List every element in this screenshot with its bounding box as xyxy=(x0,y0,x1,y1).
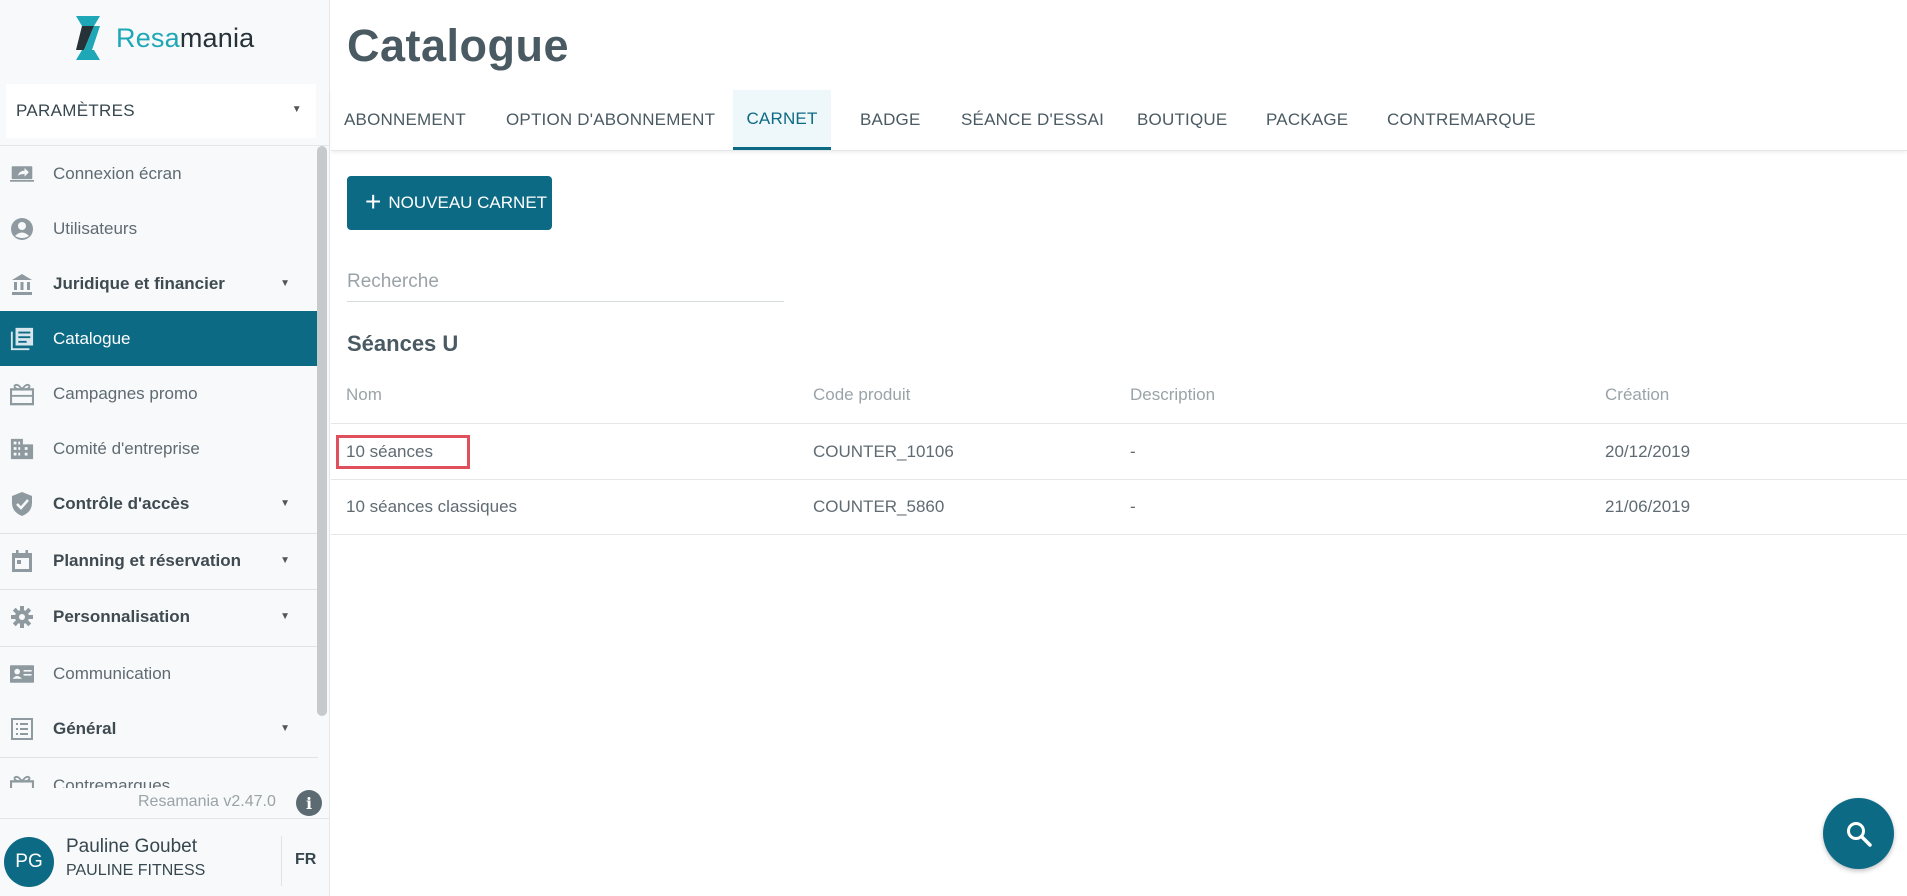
brand-logo[interactable]: Resamania xyxy=(72,14,254,62)
table-header: Nom Code produit Description Création xyxy=(331,375,1907,424)
list-icon xyxy=(10,717,34,741)
caret-down-icon: ▼ xyxy=(280,611,290,622)
cell-code: COUNTER_10106 xyxy=(813,442,954,461)
divider xyxy=(281,836,282,886)
contact-card-icon xyxy=(10,662,34,686)
cell-name[interactable]: 10 séances classiques xyxy=(346,497,517,517)
table-row[interactable]: 10 séances COUNTER_10106 - 20/12/2019 xyxy=(331,425,1907,480)
sidebar-item-juridique-financier[interactable]: Juridique et financier ▼ xyxy=(0,256,318,311)
building-icon xyxy=(10,437,34,461)
settings-select-label: PARAMÈTRES xyxy=(16,101,135,120)
new-carnet-button[interactable]: + NOUVEAU CARNET xyxy=(347,176,552,230)
column-header-description[interactable]: Description xyxy=(1130,385,1215,405)
caret-down-icon: ▼ xyxy=(280,278,290,289)
sidebar-item-communication[interactable]: Communication xyxy=(0,646,318,701)
cell-description: - xyxy=(1130,497,1136,516)
sidebar-item-connexion-ecran[interactable]: Connexion écran xyxy=(0,146,318,201)
app-version: Resamania v2.47.0 xyxy=(138,793,276,810)
shield-check-icon xyxy=(10,491,34,516)
catalog-tabs: ABONNEMENT OPTION D'ABONNEMENT CARNET BA… xyxy=(331,90,1907,151)
app-root: Resamania PARAMÈTRES ▼ Connexion écran U… xyxy=(0,0,1907,896)
tab-contremarque[interactable]: CONTREMARQUE xyxy=(1387,90,1536,150)
info-icon[interactable]: i xyxy=(296,790,322,816)
brand-name: Resamania xyxy=(116,22,255,53)
table-row[interactable]: 10 séances classiques COUNTER_5860 - 21/… xyxy=(331,480,1907,535)
caret-down-icon: ▼ xyxy=(280,723,290,734)
column-header-name[interactable]: Nom xyxy=(346,385,382,405)
column-header-created[interactable]: Création xyxy=(1605,385,1669,405)
search-fab-button[interactable] xyxy=(1823,798,1894,869)
calendar-icon xyxy=(10,549,34,573)
screen-share-icon xyxy=(10,162,34,186)
section-title: Séances U xyxy=(347,331,459,356)
tab-package[interactable]: PACKAGE xyxy=(1266,90,1348,150)
user-organization: PAULINE FITNESS xyxy=(66,862,206,879)
bank-icon xyxy=(10,272,34,296)
gift-icon xyxy=(10,382,34,406)
tab-boutique[interactable]: BOUTIQUE xyxy=(1137,90,1227,150)
language-switch[interactable]: FR xyxy=(295,851,316,869)
cell-created: 20/12/2019 xyxy=(1605,442,1691,461)
sidebar-scrollbar[interactable] xyxy=(317,146,327,716)
sidebar: Resamania PARAMÈTRES ▼ Connexion écran U… xyxy=(0,0,330,896)
divider xyxy=(0,818,330,819)
tab-option-abonnement[interactable]: OPTION D'ABONNEMENT xyxy=(506,90,715,150)
tab-carnet[interactable]: CARNET xyxy=(733,90,831,150)
sidebar-item-personnalisation[interactable]: Personnalisation ▼ xyxy=(0,589,318,644)
catalog-icon xyxy=(10,327,34,351)
tab-abonnement[interactable]: ABONNEMENT xyxy=(344,90,466,150)
avatar[interactable]: PG xyxy=(4,837,54,887)
resamania-logo-icon xyxy=(76,16,100,60)
cell-created: 21/06/2019 xyxy=(1605,497,1691,516)
sidebar-item-catalogue[interactable]: Catalogue xyxy=(0,311,318,366)
search-icon xyxy=(1846,821,1872,847)
search-input[interactable] xyxy=(347,262,784,302)
sidebar-nav: Connexion écran Utilisateurs Juridique e… xyxy=(0,146,318,788)
caret-down-icon: ▼ xyxy=(291,104,302,115)
column-header-code[interactable]: Code produit xyxy=(813,385,910,405)
new-carnet-label: NOUVEAU CARNET xyxy=(388,193,548,212)
cell-description: - xyxy=(1130,442,1136,461)
user-name: Pauline Goubet xyxy=(66,836,197,857)
sidebar-item-comite-entreprise[interactable]: Comité d'entreprise xyxy=(0,421,318,476)
user-circle-icon xyxy=(10,217,34,241)
plus-icon: + xyxy=(365,185,382,217)
gift-icon xyxy=(10,774,34,788)
highlight-box xyxy=(336,435,470,469)
tab-badge[interactable]: BADGE xyxy=(860,90,921,150)
gear-icon xyxy=(10,605,34,629)
caret-down-icon: ▼ xyxy=(280,498,290,509)
caret-down-icon: ▼ xyxy=(280,555,290,566)
sidebar-item-general[interactable]: Général ▼ xyxy=(0,701,318,756)
sidebar-item-controle-acces[interactable]: Contrôle d'accès ▼ xyxy=(0,476,318,531)
tab-seance-essai[interactable]: SÉANCE D'ESSAI xyxy=(961,90,1104,150)
sidebar-item-contremarques[interactable]: Contremarques xyxy=(0,758,318,788)
sidebar-item-utilisateurs[interactable]: Utilisateurs xyxy=(0,201,318,256)
page-title: Catalogue xyxy=(347,20,570,71)
cell-code: COUNTER_5860 xyxy=(813,497,945,516)
sidebar-item-planning-reservation[interactable]: Planning et réservation ▼ xyxy=(0,533,318,588)
sidebar-item-campagnes-promo[interactable]: Campagnes promo xyxy=(0,366,318,421)
settings-select[interactable]: PARAMÈTRES ▼ xyxy=(6,84,316,138)
